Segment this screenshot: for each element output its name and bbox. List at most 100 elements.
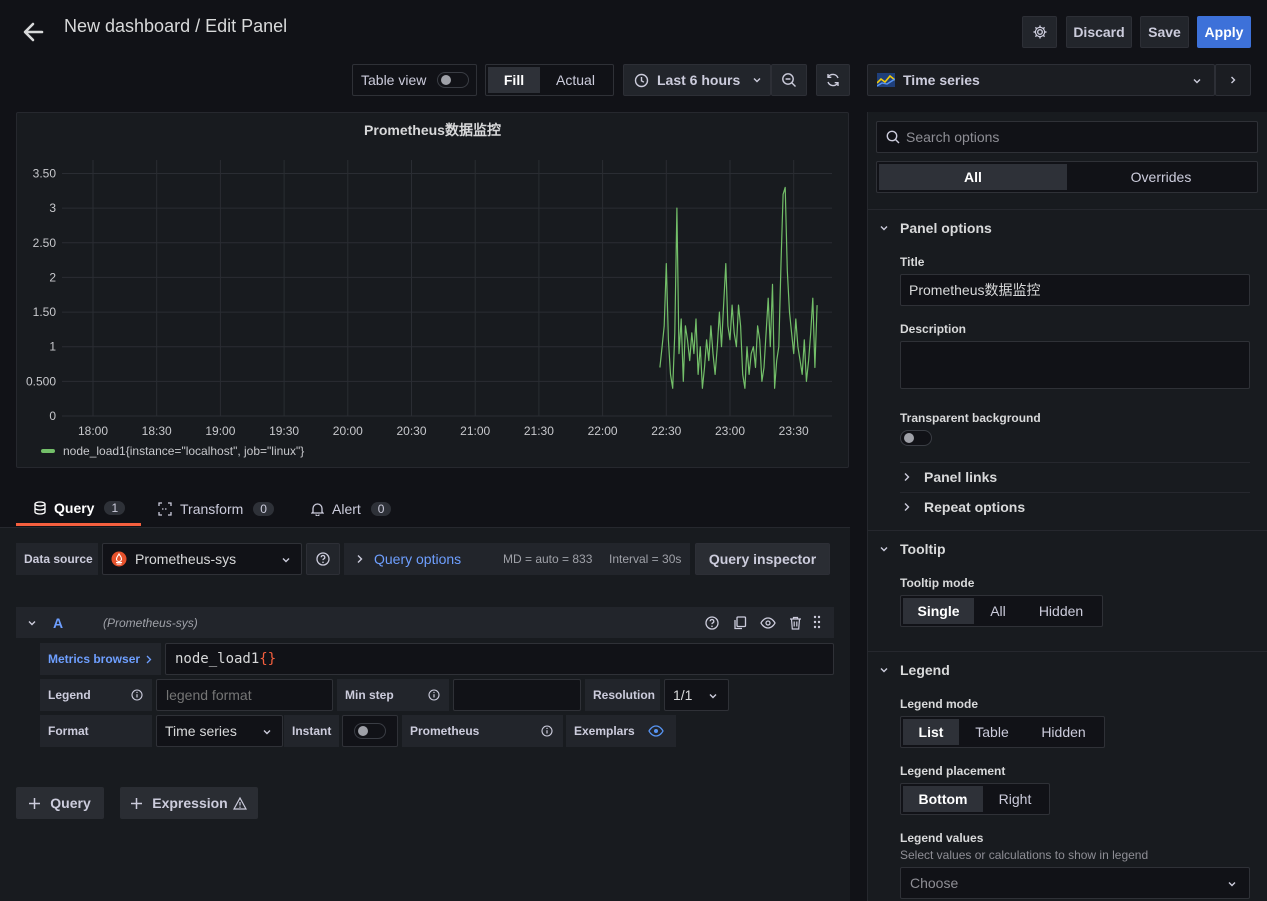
y-tick-label: 3 — [49, 201, 56, 215]
toggle-options-pane-button[interactable] — [1215, 64, 1251, 96]
tooltip-section-title[interactable]: Tooltip — [900, 541, 946, 557]
query-source: (Prometheus-sys) — [103, 616, 198, 630]
query-options-bar[interactable]: Query options MD = auto = 833 Interval =… — [344, 543, 690, 575]
add-query-button[interactable]: Query — [16, 787, 104, 819]
collapse-query-icon[interactable] — [27, 618, 37, 628]
tooltip-mode-label: Tooltip mode — [900, 576, 975, 590]
chevron-down-icon — [1227, 879, 1237, 889]
legend-section-title[interactable]: Legend — [900, 662, 950, 678]
panel-links-label[interactable]: Panel links — [924, 469, 997, 485]
min-step-info-icon — [428, 689, 440, 701]
chevron-right-icon[interactable] — [903, 472, 911, 482]
title-input[interactable]: Prometheus数据监控 — [900, 274, 1250, 306]
repeat-options-label[interactable]: Repeat options — [924, 499, 1025, 515]
data-source-select[interactable]: Prometheus-sys — [102, 543, 302, 575]
discard-button[interactable]: Discard — [1066, 16, 1132, 48]
data-source-value: Prometheus-sys — [135, 551, 237, 567]
description-textarea[interactable] — [900, 341, 1250, 389]
legend-placement-bottom[interactable]: Bottom — [903, 786, 983, 812]
tooltip-mode-hidden[interactable]: Hidden — [1022, 598, 1100, 624]
x-tick-label: 21:30 — [524, 424, 554, 438]
legend-format-input[interactable] — [156, 679, 333, 711]
add-expression-button[interactable]: Expression — [120, 787, 258, 819]
format-select[interactable]: Time series — [156, 715, 283, 747]
search-placeholder: Search options — [906, 129, 1000, 145]
tooltip-mode-single[interactable]: Single — [903, 598, 974, 624]
query-help-icon[interactable] — [705, 616, 719, 630]
title-value: Prometheus数据监控 — [909, 282, 1041, 298]
options-divider — [900, 492, 1250, 493]
search-icon — [886, 130, 900, 144]
tab-all[interactable]: All — [879, 164, 1067, 190]
y-tick-label: 1 — [49, 340, 56, 354]
chevron-down-icon[interactable] — [879, 223, 889, 233]
description-field-label: Description — [900, 322, 967, 336]
y-tick-label: 0 — [49, 409, 56, 423]
gear-icon — [1032, 24, 1048, 40]
legend-values-label: Legend values — [900, 831, 984, 845]
tab-transform[interactable]: Transform 0 — [158, 492, 274, 526]
legend-values-select[interactable]: Choose — [900, 867, 1250, 899]
data-source-help-button[interactable] — [306, 543, 340, 575]
query-letter[interactable]: A — [53, 615, 63, 631]
resolution-value: 1/1 — [673, 687, 693, 703]
chevron-down-icon[interactable] — [879, 665, 889, 675]
data-source-label: Data source — [16, 543, 98, 575]
settings-button[interactable] — [1022, 16, 1057, 48]
legend-values-hint: Select values or calculations to show in… — [900, 848, 1149, 862]
instant-switch[interactable] — [354, 723, 386, 739]
duplicate-query-icon[interactable] — [733, 616, 747, 630]
query-options-label: Query options — [374, 551, 462, 567]
metrics-browser-button[interactable]: Metrics browser — [40, 643, 161, 675]
tab-alert[interactable]: Alert 0 — [311, 492, 392, 526]
min-step-input[interactable] — [453, 679, 581, 711]
transparent-background-label: Transparent background — [900, 411, 1041, 425]
chevron-down-icon — [1192, 76, 1202, 86]
search-options-input[interactable]: Search options — [876, 121, 1258, 153]
add-query-label: Query — [50, 795, 91, 811]
tab-overrides[interactable]: Overrides — [1067, 164, 1255, 190]
drag-handle-icon[interactable] — [813, 615, 821, 629]
query-inspector-button[interactable]: Query inspector — [695, 543, 830, 575]
query-text: node_load1 — [175, 651, 260, 667]
visualization-picker[interactable]: Time series — [867, 64, 1215, 96]
chevron-right-icon — [1228, 75, 1238, 85]
legend-info-icon — [131, 689, 143, 701]
database-icon — [34, 500, 46, 515]
legend-placement-segment: Bottom Right — [900, 783, 1050, 815]
chevron-down-icon[interactable] — [879, 544, 889, 554]
resolution-select[interactable]: 1/1 — [664, 679, 729, 711]
chevron-right-icon[interactable] — [903, 502, 911, 512]
transparent-background-switch[interactable] — [900, 430, 932, 446]
legend-item[interactable]: node_load1{instance="localhost", job="li… — [41, 444, 304, 458]
trash-icon[interactable] — [789, 616, 802, 630]
x-tick-label: 18:00 — [78, 424, 108, 438]
legend-mode-table[interactable]: Table — [959, 719, 1025, 745]
y-tick-label: 3.50 — [33, 167, 57, 181]
transform-icon — [158, 502, 172, 516]
options-divider — [868, 209, 1267, 210]
options-tabs: All Overrides — [876, 161, 1258, 193]
options-divider — [868, 530, 1267, 531]
query-braces: {} — [259, 651, 277, 667]
legend-mode-list[interactable]: List — [903, 719, 959, 745]
query-expression-input[interactable]: node_load1 {} — [165, 643, 834, 675]
time-series-chart: 0 0.500 1 1.50 2 2.50 3 3.50 18:00 18:30 19:00 19:3… — [26, 160, 832, 438]
chevron-down-icon — [708, 691, 718, 701]
tab-query-label: Query — [54, 499, 95, 516]
format-label: Format — [40, 715, 152, 747]
x-tick-label: 19:00 — [205, 424, 235, 438]
question-circle-icon — [316, 552, 330, 566]
exemplars-eye-icon[interactable] — [648, 725, 664, 737]
options-divider — [868, 651, 1267, 652]
add-expression-label: Expression — [152, 795, 228, 811]
apply-button[interactable]: Apply — [1197, 16, 1251, 48]
query-section-bg — [0, 527, 850, 901]
tab-query[interactable]: Query 1 — [16, 492, 141, 526]
eye-icon[interactable] — [760, 617, 776, 629]
legend-mode-hidden[interactable]: Hidden — [1025, 719, 1102, 745]
panel-options-title[interactable]: Panel options — [900, 220, 992, 236]
legend-placement-right[interactable]: Right — [983, 786, 1047, 812]
tooltip-mode-all[interactable]: All — [974, 598, 1022, 624]
save-button[interactable]: Save — [1140, 16, 1189, 48]
